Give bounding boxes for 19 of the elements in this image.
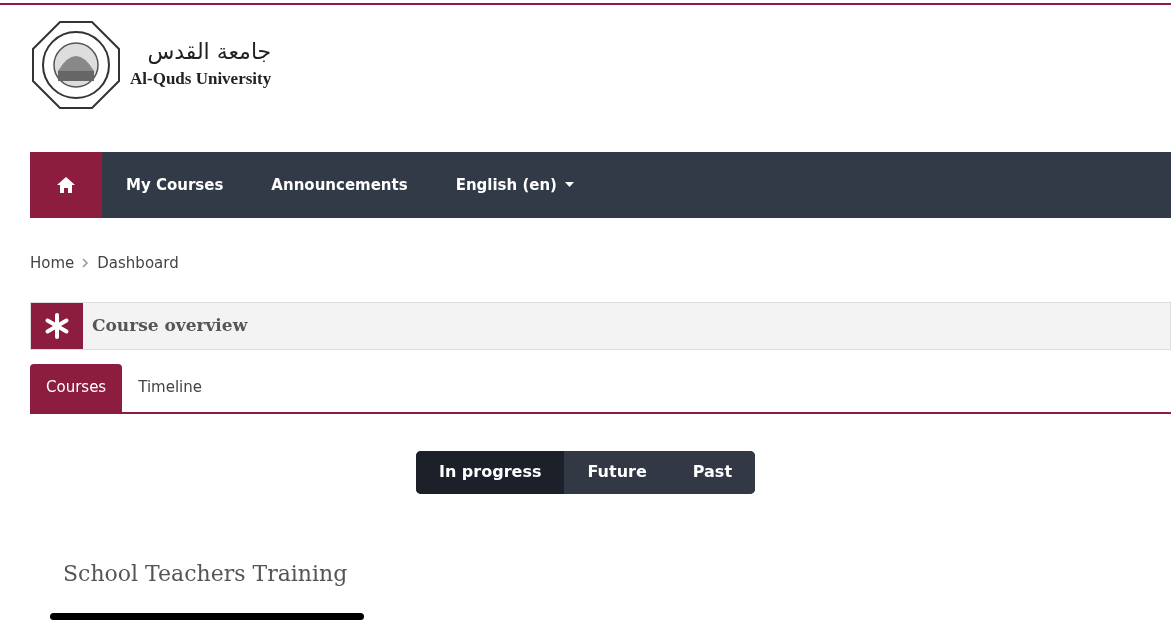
filter-button[interactable]: In progress	[415, 450, 565, 494]
filter-button[interactable]: Past	[669, 450, 756, 494]
nav-link[interactable]: Announcements	[247, 152, 432, 218]
home-icon	[56, 176, 76, 194]
filter-button[interactable]: Future	[564, 450, 670, 494]
language-menu[interactable]: English (en)	[431, 152, 598, 218]
university-emblem-icon	[30, 18, 122, 111]
logo-english-name: Al-Quds University	[130, 67, 272, 90]
breadcrumb-current[interactable]: Dashboard	[97, 252, 179, 275]
home-nav-button[interactable]	[30, 152, 102, 218]
course-title: School Teachers Training	[63, 559, 349, 588]
block-title: Course overview	[92, 313, 248, 337]
tab[interactable]: Courses	[30, 363, 123, 412]
logo-arabic-name: جامعة القدس	[146, 37, 272, 66]
tab[interactable]: Timeline	[122, 363, 218, 412]
nav-link[interactable]: My Courses	[102, 152, 248, 218]
breadcrumb-link[interactable]: Home	[30, 252, 75, 275]
chevron-icon	[82, 258, 90, 269]
caret-icon	[565, 182, 574, 188]
